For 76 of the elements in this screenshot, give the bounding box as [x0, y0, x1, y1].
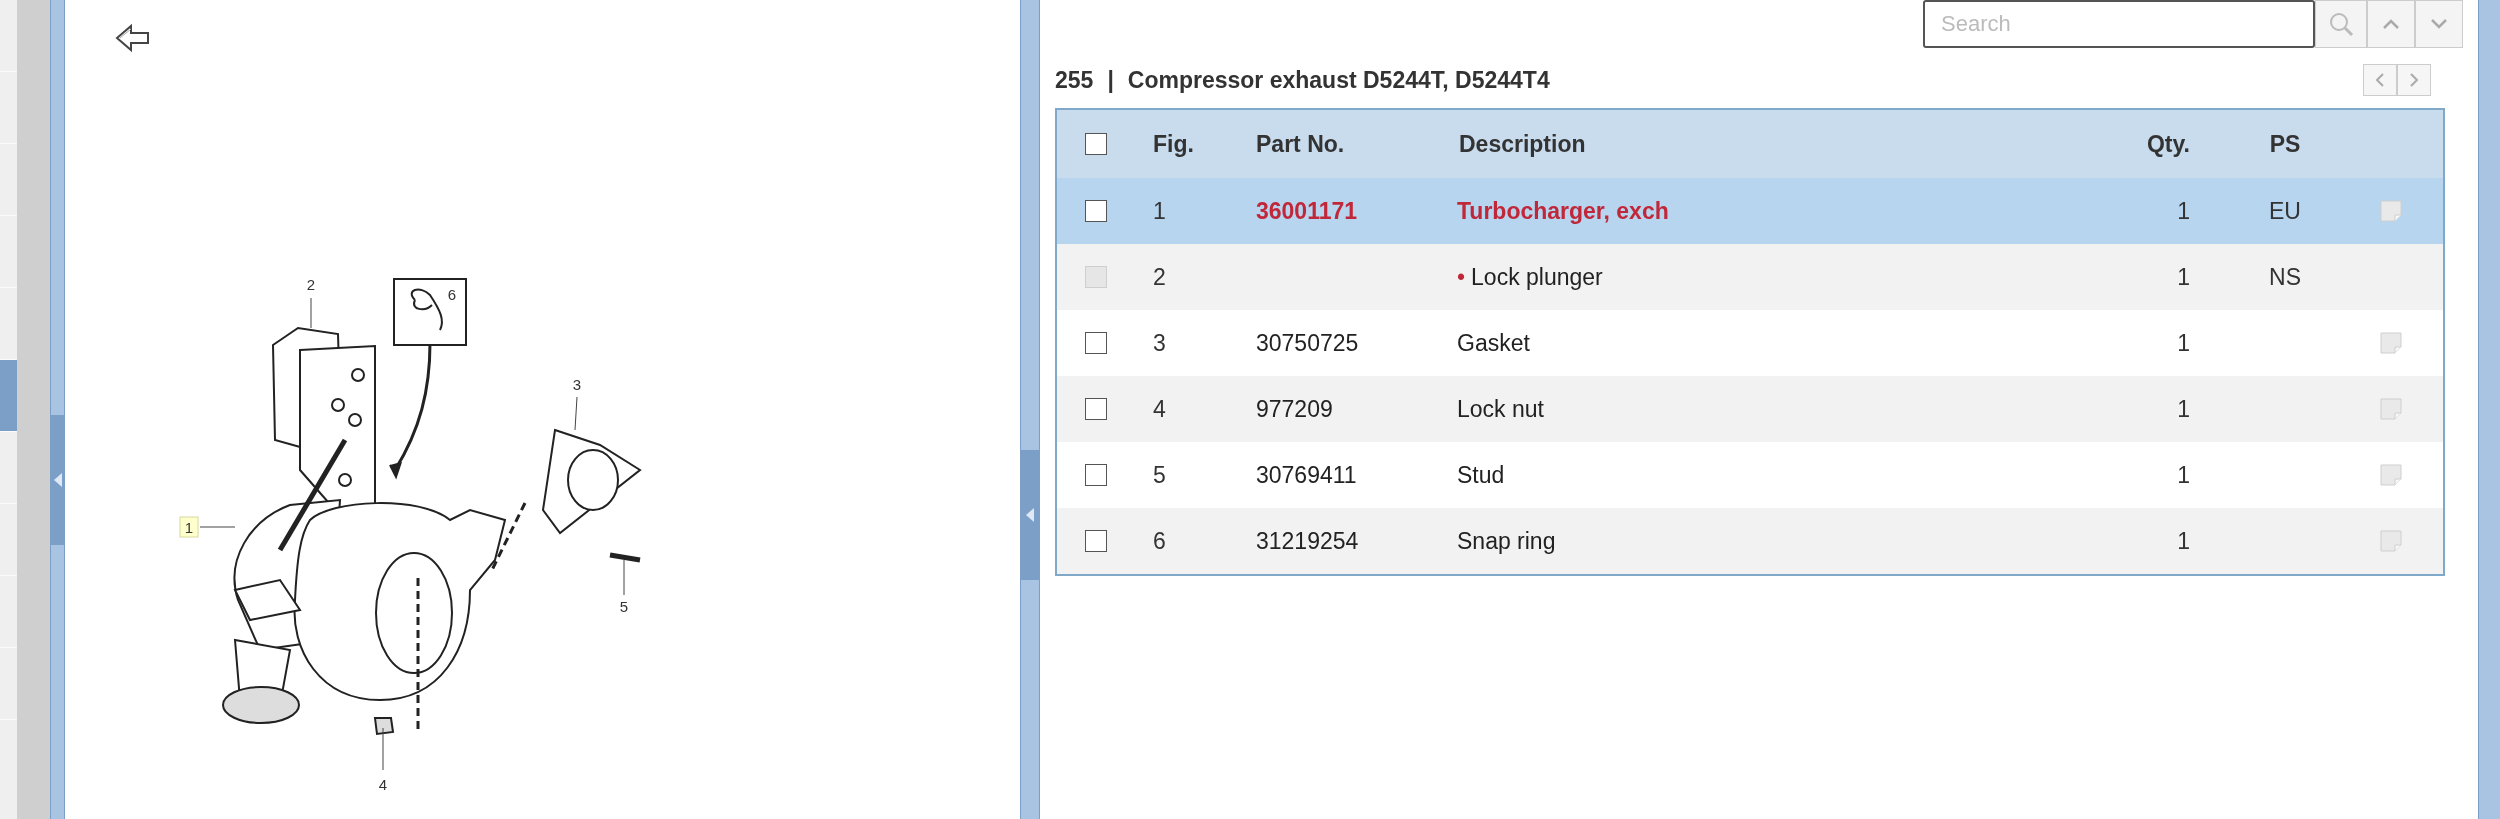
callout-label[interactable]: 4	[378, 776, 388, 793]
column-header[interactable]: Part No.	[1256, 130, 1345, 157]
row-checkbox[interactable]	[1085, 133, 1107, 155]
table-row[interactable]: 6 31219254 Snap ring 1	[1057, 508, 2443, 574]
search-field[interactable]: Search	[1923, 0, 2315, 48]
table-cell: 1	[2177, 263, 2190, 290]
column-header[interactable]: Qty.	[2146, 130, 2190, 157]
next-button[interactable]	[2397, 64, 2431, 96]
title-separator: |	[1107, 65, 1114, 95]
chevron-down-icon	[2430, 18, 2448, 30]
row-checkbox[interactable]	[1085, 332, 1107, 354]
table-cell: 30769411	[1256, 461, 1357, 488]
table-cell: 1	[2177, 329, 2190, 356]
column-header[interactable]: Description	[1459, 130, 1586, 157]
table-cell: 4	[1153, 395, 1166, 422]
next-match-button[interactable]	[2415, 0, 2463, 48]
chevron-right-icon	[2409, 72, 2419, 88]
callout-label[interactable]: 5	[619, 598, 629, 615]
row-checkbox[interactable]	[1085, 398, 1107, 420]
leader-line	[623, 559, 625, 596]
table-cell: 31219254	[1256, 527, 1359, 554]
table-row[interactable]: 4 977209 Lock nut 1	[1057, 376, 2443, 442]
search-icon	[2328, 11, 2354, 37]
chevron-up-icon	[2382, 18, 2400, 30]
callout-label[interactable]: 2	[306, 276, 316, 293]
table-cell-text: Turbocharger, exch	[1457, 196, 1669, 226]
table-cell: 6	[1153, 527, 1166, 554]
leader-line	[382, 727, 384, 771]
note-icon[interactable]	[2380, 464, 2402, 486]
table-cell: 30750725	[1256, 329, 1359, 356]
table-cell: 977209	[1256, 395, 1333, 422]
column-header[interactable]: PS	[2269, 130, 2301, 157]
row-checkbox[interactable]	[1085, 464, 1107, 486]
leader-line	[199, 526, 236, 528]
table-cell: 1	[2177, 461, 2190, 488]
table-cell: 1	[2177, 527, 2190, 554]
back-arrow-icon	[115, 23, 151, 53]
group-number: 255	[1055, 65, 1094, 95]
collapse-icon	[1026, 508, 1034, 522]
note-icon[interactable]	[2380, 332, 2402, 354]
table-cell-text: Gasket	[1457, 328, 1530, 358]
row-checkbox[interactable]	[1085, 530, 1107, 552]
table-cell: 36001171	[1256, 197, 1358, 224]
note-icon[interactable]	[2380, 530, 2402, 552]
column-header[interactable]: Fig.	[1153, 130, 1194, 157]
table-cell: EU	[2269, 197, 2301, 224]
splitter[interactable]	[1020, 0, 1040, 819]
search-button[interactable]	[2315, 0, 2367, 48]
callout-label[interactable]: 3	[572, 376, 582, 393]
chevron-left-icon	[2375, 72, 2385, 88]
note-icon[interactable]	[2380, 398, 2402, 420]
row-checkbox[interactable]	[1085, 200, 1107, 222]
table-cell: 1	[2177, 197, 2190, 224]
table-cell: 5	[1153, 461, 1166, 488]
callout-label[interactable]: 1	[184, 519, 194, 536]
table-cell: NS	[2269, 263, 2301, 290]
leader-line	[310, 297, 312, 329]
table-row[interactable]: 1 36001171 Turbocharger, exch 1 EU	[1057, 178, 2443, 244]
bullet-mark: •	[1457, 262, 1466, 292]
table-cell-text: Stud	[1457, 460, 1505, 490]
note-icon[interactable]	[2380, 200, 2402, 222]
table-cell-text: Lock nut	[1457, 394, 1544, 424]
callout-label[interactable]: 6	[447, 286, 457, 303]
table-cell-text: Snap ring	[1457, 526, 1556, 556]
splitter[interactable]	[2478, 0, 2500, 819]
table-cell-text: Lock plunger	[1471, 262, 1603, 292]
previous-match-button[interactable]	[2367, 0, 2415, 48]
table-cell: 2	[1153, 263, 1166, 290]
group-title: Compressor exhaust D5244T, D5244T4	[1127, 65, 1550, 95]
collapse-icon[interactable]	[53, 473, 62, 487]
table-cell: 3	[1153, 329, 1166, 356]
previous-button[interactable]	[2363, 64, 2397, 96]
leader-line	[574, 396, 578, 431]
table-cell: 1	[2177, 395, 2190, 422]
table-cell: 1	[1153, 197, 1166, 224]
splitter[interactable]	[50, 0, 65, 819]
